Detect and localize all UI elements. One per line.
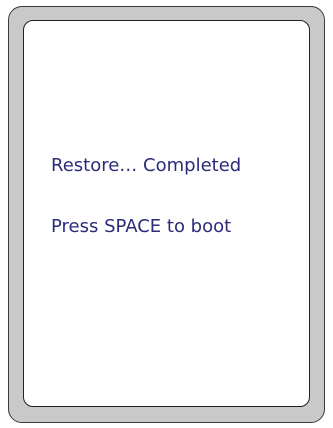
device-bezel: [8, 6, 325, 423]
boot-screen: [23, 20, 310, 407]
boot-prompt-text: Press SPACE to boot: [51, 216, 232, 237]
restore-status-text: Restore… Completed: [51, 155, 242, 176]
